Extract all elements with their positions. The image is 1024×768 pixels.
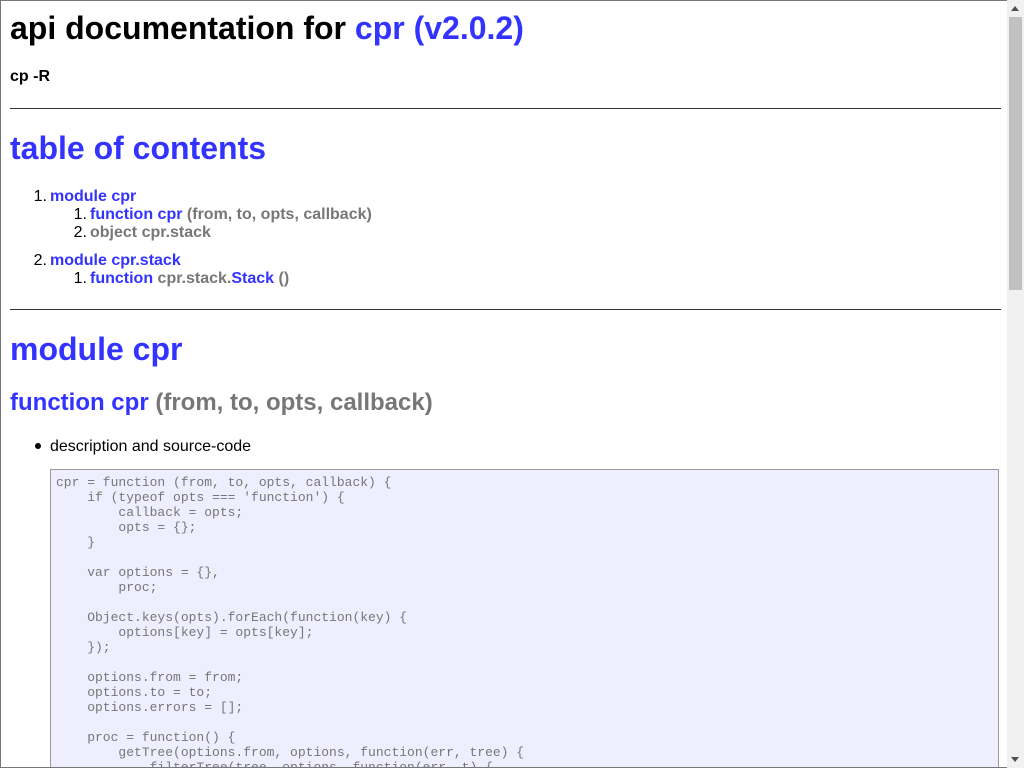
toc-link-function-cpr[interactable]: function cpr (from, to, opts, callback) [90,206,372,224]
toc-name: cpr [157,206,183,223]
scroll-up-arrow-icon[interactable] [1007,0,1024,17]
scrollbar-thumb[interactable] [1009,17,1022,290]
toc-number: 1. [33,188,47,205]
toc-heading: table of contents [10,130,267,166]
toc-name: Stack [231,270,275,287]
source-code-block: cpr = function (from, to, opts, callback… [50,469,999,768]
source-code: cpr = function (from, to, opts, callback… [56,475,525,768]
toc-link-module-cpr[interactable]: module cpr [50,188,136,206]
module-heading: module cpr [10,331,183,367]
page-frame: api documentation for cpr (v2.0.2) cp -R… [0,0,1007,768]
bullet-icon [35,443,41,449]
toc-link-function-stack[interactable]: function cpr.stack.Stack () [90,270,289,288]
toc-number: 1. [73,206,87,223]
toc-item-object-cpr-stack: object cpr.stack [90,224,211,241]
toc-signature: (from, to, opts, callback) [186,206,372,223]
vertical-scrollbar[interactable] [1007,0,1024,768]
toc-signature: () [278,270,290,287]
function-signature: (from, to, opts, callback) [155,389,433,416]
toc-kind: function [90,206,154,223]
toc-number: 2. [73,224,87,241]
package-description: cp -R [10,68,50,85]
package-link[interactable]: cpr (v2.0.2) [355,10,524,46]
toc-link-module-cpr-stack[interactable]: module cpr.stack [50,252,181,270]
divider [10,108,1001,109]
toc-prefix: cpr.stack. [157,270,232,287]
divider [10,309,1001,310]
source-code-label: description and source-code [50,438,252,455]
function-name: function cpr [10,389,149,416]
page-title-prefix: api documentation for [10,10,355,46]
function-heading: function cpr (from, to, opts, callback) [10,389,433,417]
toc-number: 1. [73,270,87,287]
scroll-down-arrow-icon[interactable] [1007,751,1024,768]
toc-number: 2. [33,252,47,269]
toc-kind: function [90,270,154,287]
page-title: api documentation for cpr (v2.0.2) [10,10,524,47]
